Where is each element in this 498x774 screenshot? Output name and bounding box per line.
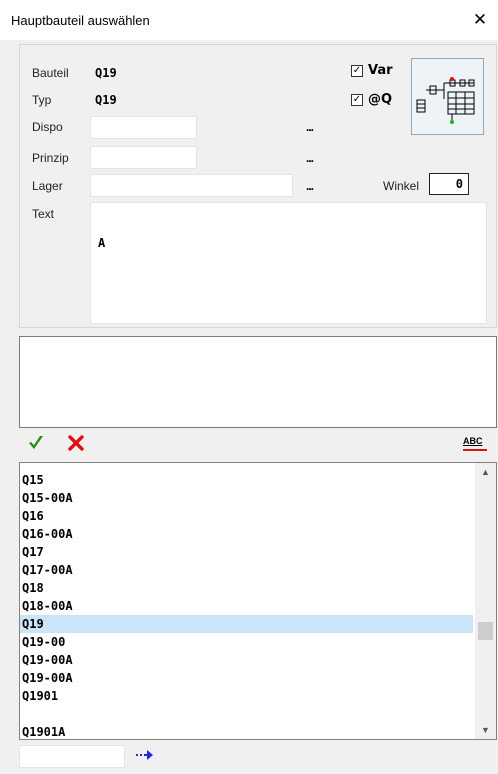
winkel-label: Winkel: [383, 179, 420, 193]
dispo-field[interactable]: [90, 116, 197, 139]
lager-browse-button[interactable]: ...: [306, 179, 314, 193]
typ-label: Typ: [32, 93, 52, 107]
lager-field[interactable]: [90, 174, 293, 197]
prinzip-label: Prinzip: [32, 151, 69, 165]
list-item[interactable]: Q19-00: [20, 633, 473, 651]
dispo-label: Dispo: [32, 120, 63, 134]
properties-panel: Bauteil Q19 Typ Q19 Dispo ... Prinzip ..…: [19, 44, 497, 328]
accept-icon[interactable]: [27, 434, 45, 451]
text-field[interactable]: A: [90, 202, 487, 324]
dispo-browse-button[interactable]: ...: [306, 120, 314, 134]
winkel-field[interactable]: 0: [429, 173, 469, 195]
spellcheck-underline: [463, 449, 487, 451]
scroll-up-icon[interactable]: ▲: [475, 463, 496, 481]
text-label: Text: [32, 207, 55, 221]
list-item[interactable]: [20, 705, 473, 723]
search-input[interactable]: [19, 745, 125, 768]
bauteil-label: Bauteil: [32, 66, 69, 80]
window-title: Hauptbauteil auswählen: [11, 13, 150, 28]
notes-area[interactable]: [19, 336, 497, 428]
go-arrow-icon[interactable]: [135, 747, 155, 763]
list-item[interactable]: Q18: [20, 579, 473, 597]
spellcheck-label: ABC: [463, 436, 483, 446]
var-checkbox[interactable]: ✓: [351, 65, 363, 77]
list-item[interactable]: Q15: [20, 471, 473, 489]
list-item[interactable]: Q1901: [20, 687, 473, 705]
list-item[interactable]: Q16: [20, 507, 473, 525]
title-bar: Hauptbauteil auswählen ✕: [0, 0, 498, 40]
list-item-selected[interactable]: Q19: [20, 615, 473, 633]
list-item[interactable]: Q1901A: [20, 723, 473, 739]
list-item[interactable]: Q18-00A: [20, 597, 473, 615]
circuit-symbol-icon: [416, 77, 475, 124]
close-icon[interactable]: ✕: [468, 8, 492, 32]
bauteil-value: Q19: [95, 66, 117, 80]
cancel-icon[interactable]: [68, 435, 84, 451]
symbol-preview[interactable]: [411, 58, 484, 135]
atq-checkbox-label: @Q: [368, 92, 393, 107]
typ-value: Q19: [95, 93, 117, 107]
scroll-thumb[interactable]: [478, 622, 493, 640]
atq-checkbox[interactable]: ✓: [351, 94, 363, 106]
list-item[interactable]: Q17: [20, 543, 473, 561]
prinzip-browse-button[interactable]: ...: [306, 151, 314, 165]
list-item[interactable]: Q19-00A: [20, 651, 473, 669]
lager-label: Lager: [32, 179, 63, 193]
list-item[interactable]: Q15-00A: [20, 489, 473, 507]
text-field-value: A: [98, 236, 106, 250]
list-item[interactable]: Q16-00A: [20, 525, 473, 543]
list-scrollbar[interactable]: ▲ ▼: [475, 463, 496, 739]
var-checkbox-label: Var: [368, 63, 393, 78]
list-item[interactable]: Q17-00A: [20, 561, 473, 579]
prinzip-field[interactable]: [90, 146, 197, 169]
scroll-down-icon[interactable]: ▼: [475, 721, 496, 739]
component-list[interactable]: Q15 Q15-00A Q16 Q16-00A Q17 Q17-00A Q18 …: [19, 462, 497, 740]
list-item[interactable]: Q19-00A: [20, 669, 473, 687]
spellcheck-button[interactable]: ABC: [463, 436, 489, 456]
